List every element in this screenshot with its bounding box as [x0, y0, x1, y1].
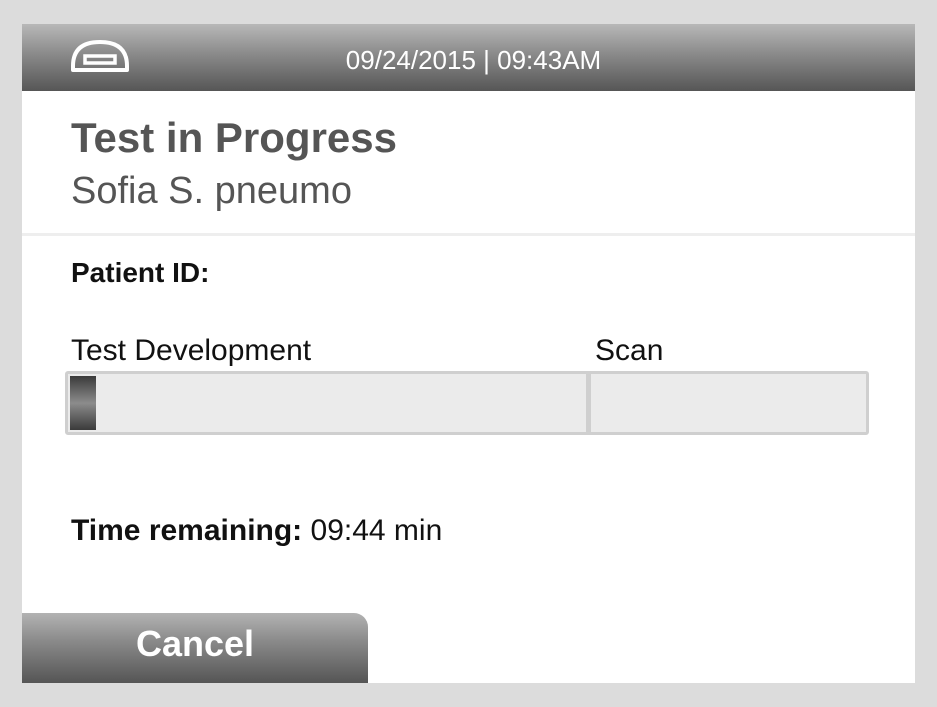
status-bar: 09/24/2015 | 09:43AM [22, 24, 915, 91]
time-remaining-label: Time remaining: [71, 514, 303, 547]
time-remaining-value: 09:44 min [310, 514, 443, 547]
test-development-label: Test Development [71, 334, 312, 367]
page-title: Test in Progress [71, 114, 397, 161]
cancel-button[interactable]: Cancel [22, 613, 368, 683]
screen: 09/24/2015 | 09:43AM Test in Progress So… [22, 24, 915, 683]
device-frame: 09/24/2015 | 09:43AM Test in Progress So… [0, 0, 937, 707]
progress-phase-divider [586, 374, 591, 432]
time-remaining: Time remaining: 09:44 min [71, 514, 442, 548]
divider [22, 233, 915, 236]
test-name: Sofia S. pneumo [71, 170, 352, 212]
development-progress-fill [70, 376, 96, 430]
datetime: 09/24/2015 | 09:43AM [345, 45, 602, 75]
progress-bar [65, 371, 869, 435]
patient-id-label: Patient ID: [71, 257, 210, 288]
scan-label: Scan [595, 334, 664, 367]
